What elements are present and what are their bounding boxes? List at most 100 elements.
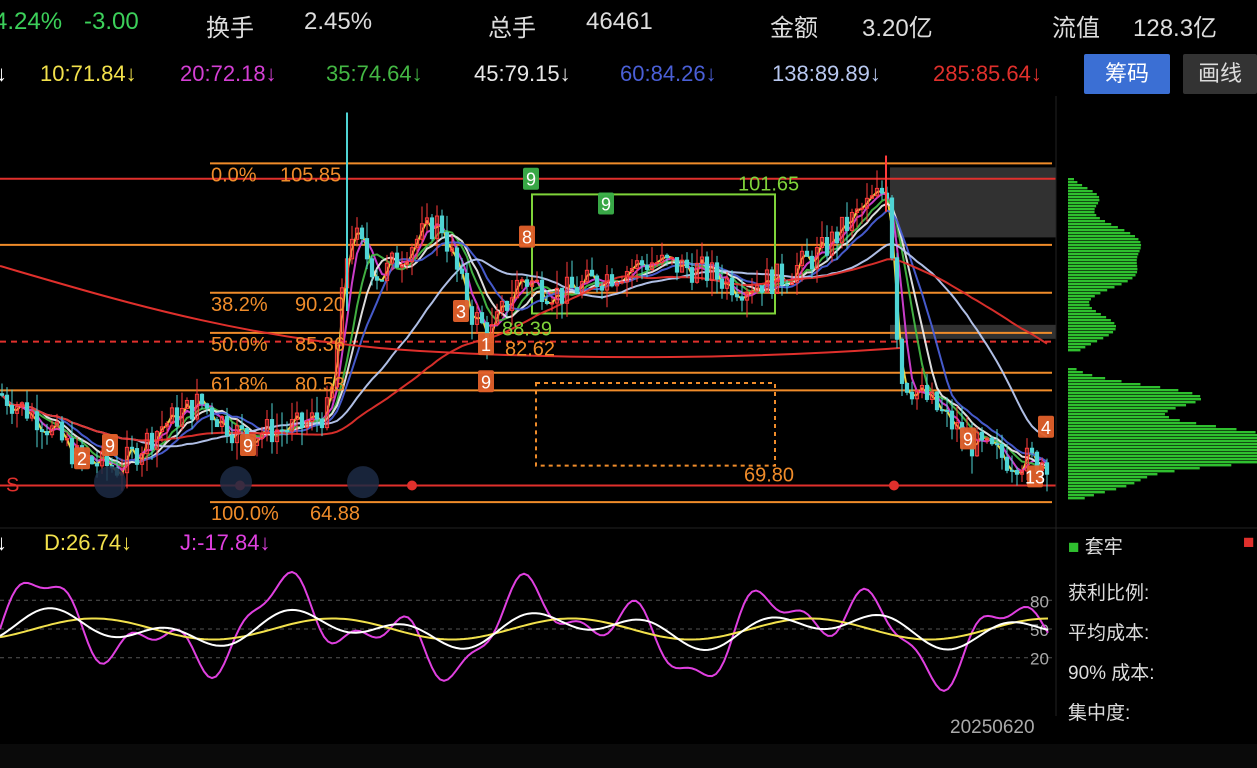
- candle-body: [589, 269, 595, 277]
- kline-chart[interactable]: 0.0% 105.85 38.2% 90.20 50.0% 85.36 61.8% 80.53…: [0, 96, 1257, 744]
- candle-body: [174, 407, 180, 427]
- draw-line-button[interactable]: 画线: [1183, 54, 1257, 94]
- chip-bar: [1068, 446, 1257, 449]
- candle-body: [904, 382, 910, 393]
- chip-bar: [1068, 346, 1086, 349]
- chip-bar: [1068, 413, 1165, 416]
- chip-bar: [1068, 277, 1133, 280]
- chip-bar: [1068, 452, 1257, 455]
- candle-body: [269, 419, 275, 443]
- fib-pct-label: 100.0%: [211, 503, 279, 525]
- chip-bar: [1068, 328, 1116, 331]
- chip-bar: [1068, 202, 1099, 205]
- candle-body: [979, 431, 985, 441]
- projection-box: [535, 381, 776, 467]
- candle-body: [149, 432, 155, 450]
- td-label: 2: [77, 449, 87, 469]
- candle-body: [894, 257, 900, 340]
- chip-bar: [1068, 389, 1179, 392]
- candle-body: [34, 411, 40, 431]
- candle-body: [939, 409, 945, 412]
- chip-bar: [1068, 383, 1141, 386]
- chip-bar: [1068, 310, 1096, 313]
- candle-body: [639, 260, 645, 266]
- td-label: 3: [456, 302, 466, 322]
- candle-body: [359, 227, 365, 240]
- chip-bar: [1068, 247, 1141, 250]
- candle-body: [59, 421, 65, 441]
- candle-body: [804, 250, 810, 257]
- chip-bar: [1068, 467, 1200, 470]
- chip-bar: [1068, 449, 1257, 452]
- chip-bar: [1068, 241, 1141, 244]
- chip-bar: [1068, 464, 1232, 467]
- chip-bar: [1068, 280, 1128, 283]
- chip-bar: [1068, 220, 1106, 223]
- chip-bar: [1068, 386, 1161, 389]
- chip-bar: [1068, 455, 1257, 458]
- low-label: 88.39: [502, 318, 552, 340]
- chip-bar: [1068, 190, 1093, 193]
- chip-bar: [1068, 434, 1257, 437]
- candle-body: [644, 264, 650, 270]
- candle-body: [429, 217, 435, 240]
- candle-body: [549, 302, 555, 305]
- change-amount: -3.00: [84, 8, 139, 35]
- candle-body: [999, 443, 1005, 458]
- candle-body: [94, 463, 100, 467]
- signal-dot: [407, 480, 417, 491]
- candle-body: [619, 281, 625, 284]
- chip-bar: [1068, 437, 1257, 440]
- chip-bar: [1068, 211, 1095, 214]
- amount-label: 金额: [770, 15, 818, 42]
- candle-body: [844, 216, 850, 232]
- chip-bar: [1068, 458, 1257, 461]
- candle-body: [689, 267, 695, 283]
- chip-bar: [1068, 229, 1125, 232]
- candle-body: [1014, 469, 1020, 475]
- candle-body: [299, 412, 305, 428]
- chip-bar: [1068, 259, 1137, 262]
- chip-bar: [1068, 307, 1092, 310]
- chip-bar: [1068, 226, 1118, 229]
- td-label: 8: [522, 228, 532, 248]
- candle-body: [134, 448, 140, 465]
- fib-pct-label: 0.0%: [211, 164, 257, 186]
- candle-body: [89, 456, 95, 465]
- candle-body: [519, 279, 525, 282]
- chip-bar: [1068, 193, 1097, 196]
- chip-bar: [1068, 253, 1139, 256]
- candle-body: [654, 262, 660, 265]
- candle-body: [524, 279, 530, 287]
- chip-bar: [1068, 262, 1137, 265]
- ma-legend-item: ↓: [0, 61, 7, 86]
- chips-button[interactable]: 筹码: [1084, 54, 1170, 94]
- chip-bar: [1068, 208, 1095, 211]
- bottom-bar: [0, 744, 1257, 768]
- chip-bar: [1068, 298, 1091, 301]
- candle-body: [714, 262, 720, 280]
- candle-body: [374, 276, 380, 281]
- td-label: 1: [481, 335, 491, 355]
- candle-body: [189, 399, 195, 420]
- candle-body: [314, 412, 320, 420]
- chip-bar: [1068, 274, 1136, 277]
- kdj-j-line: [0, 570, 1049, 692]
- volume-value: 46461: [586, 8, 653, 35]
- candle-body: [834, 231, 840, 244]
- kdj-d-label: D:26.74↓: [44, 530, 133, 555]
- ma-legend-item: 20:72.18↓: [180, 61, 277, 86]
- candle-body: [569, 276, 575, 288]
- fib-price-label: 90.20: [295, 294, 345, 316]
- candle-body: [469, 306, 475, 325]
- kdj-level-label: 80: [1030, 592, 1049, 611]
- chip-bar: [1068, 217, 1100, 220]
- candle-body: [279, 429, 285, 432]
- candle-body: [1044, 462, 1050, 475]
- candle-body: [769, 269, 775, 295]
- candle-body: [1004, 456, 1010, 471]
- ma-legend: ↓ 10:71.84↓ 20:72.18↓ 35:74.64↓ 45:79.15…: [0, 54, 1257, 96]
- chip-bar: [1068, 322, 1115, 325]
- chip-bar: [1068, 184, 1083, 187]
- candle-body: [669, 257, 675, 260]
